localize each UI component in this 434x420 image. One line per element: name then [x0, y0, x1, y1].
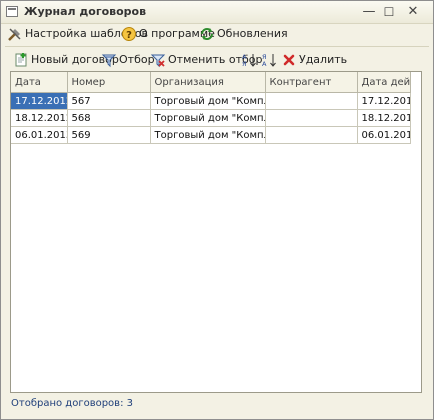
status-text: Отобрано договоров: 3 [11, 398, 133, 409]
cell-counterparty[interactable] [265, 92, 358, 110]
title-bar: Журнал договоров — ☐ ✕ [1, 1, 433, 24]
sort-descending-icon: ЯА [261, 52, 277, 68]
cell-valid-until[interactable]: 06.01.2014 [357, 126, 411, 144]
cell-organization[interactable]: Торговый дом "Компл... [150, 109, 266, 127]
table-row[interactable]: 18.12.2012 568 Торговый дом "Компл... 18… [11, 109, 411, 127]
cell-counterparty[interactable] [265, 109, 358, 127]
delete-label: Удалить [299, 53, 348, 66]
column-header-counterparty[interactable]: Контрагент [265, 72, 358, 93]
column-header-valid-until[interactable]: Дата действ... [357, 72, 411, 93]
cell-number[interactable]: 569 [67, 126, 151, 144]
cell-date[interactable]: 06.01.2013 [11, 126, 68, 144]
sort-ascending-button[interactable]: АЯ [241, 52, 259, 68]
window-title: Журнал договоров [24, 5, 147, 18]
refresh-icon [199, 26, 215, 42]
delete-icon [281, 52, 297, 68]
minimize-button[interactable]: — [361, 4, 377, 20]
cell-counterparty[interactable] [265, 126, 358, 144]
table-row[interactable]: 17.12.2012 567 Торговый дом "Компл... 17… [11, 92, 411, 110]
main-toolbar: Настройка шаблонов ? О программе Обновле… [1, 23, 433, 45]
column-header-organization[interactable]: Организация [150, 72, 266, 93]
cell-valid-until[interactable]: 18.12.2013 [357, 109, 411, 127]
cell-organization[interactable]: Торговый дом "Компл... [150, 126, 266, 144]
svg-text:А: А [262, 60, 267, 68]
svg-text:Я: Я [242, 60, 247, 68]
sort-ascending-icon: АЯ [241, 52, 257, 68]
toolbar-divider [5, 46, 429, 47]
tools-icon [7, 26, 23, 42]
column-header-number[interactable]: Номер [67, 72, 151, 93]
contracts-window: Журнал договоров — ☐ ✕ Настройка шаблоно… [0, 0, 434, 420]
updates-label: Обновления [217, 27, 288, 40]
cell-number[interactable]: 568 [67, 109, 151, 127]
contracts-table: Дата Номер Организация Контрагент Дата д… [10, 71, 422, 393]
window-icon [6, 6, 18, 17]
cell-organization[interactable]: Торговый дом "Компл... [150, 92, 266, 110]
table-header: Дата Номер Организация Контрагент Дата д… [11, 72, 411, 93]
maximize-button[interactable]: ☐ [381, 4, 397, 20]
close-button[interactable]: ✕ [405, 4, 421, 20]
filter-icon [101, 52, 117, 68]
help-icon: ? [121, 26, 137, 42]
cancel-filter-icon [150, 52, 166, 68]
table-row[interactable]: 06.01.2013 569 Торговый дом "Компл... 06… [11, 126, 411, 144]
cell-date[interactable]: 17.12.2012 [11, 92, 68, 110]
delete-button[interactable]: Удалить [281, 52, 347, 68]
svg-text:?: ? [126, 30, 132, 41]
cell-number[interactable]: 567 [67, 92, 151, 110]
filter-button[interactable]: Отбор [101, 52, 155, 68]
new-document-icon [13, 52, 29, 68]
column-header-date[interactable]: Дата [11, 72, 68, 93]
journal-toolbar: Новый договор Отбор Отменить отбор АЯ ЯА [1, 49, 433, 71]
updates-button[interactable]: Обновления [199, 26, 288, 42]
cell-valid-until[interactable]: 17.12.2013 [357, 92, 411, 110]
cell-date[interactable]: 18.12.2012 [11, 109, 68, 127]
sort-descending-button[interactable]: ЯА [261, 52, 279, 68]
